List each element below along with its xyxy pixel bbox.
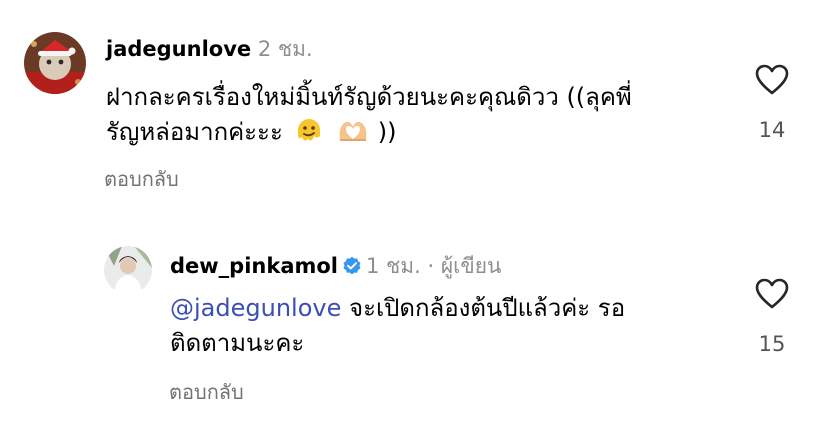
heart-icon[interactable]	[755, 278, 789, 309]
comment-text-fragment: ))	[377, 118, 397, 146]
comment-time: 1 ชม.	[366, 254, 421, 278]
separator: ·	[427, 254, 435, 278]
comment-header: jadegunlove 2 ชม.	[106, 35, 313, 63]
comment-item: jadegunlove 2 ชม. ฝากละครเรื่องใหม่มิ้นท…	[0, 0, 828, 210]
comment-text-line: ติดตามนะคะ	[170, 329, 305, 357]
like-count: 14	[758, 118, 786, 142]
verified-badge-icon	[342, 255, 362, 283]
reply-comment-item: dew_pinkamol 1 ชม. · ผู้เขียน @jadegunlo…	[0, 210, 828, 421]
heart-hands-emoji-icon	[336, 116, 370, 156]
mention-link[interactable]: @jadegunlove	[170, 294, 341, 322]
avatar[interactable]	[24, 32, 86, 94]
comment-time: 2 ชม.	[257, 37, 313, 61]
heart-icon[interactable]	[755, 64, 789, 95]
username[interactable]: dew_pinkamol	[170, 254, 338, 278]
comment-header: dew_pinkamol 1 ชม. · ผู้เขียน	[170, 252, 501, 283]
reply-button[interactable]: ตอบกลับ	[104, 166, 179, 192]
comment-text-line: รัญหล่อมากค่ะะะ ))	[106, 115, 632, 156]
comment-text-line: @jadegunlove จะเปิดกล้องต้นปีแล้วค่ะ รอ	[170, 291, 625, 326]
melting-face-emoji-icon	[294, 116, 324, 156]
comment-text: ฝากละครเรื่องใหม่มิ้นท์รัญด้วยนะคะคุณดิว…	[106, 80, 632, 156]
comment-text: @jadegunlove จะเปิดกล้องต้นปีแล้วค่ะ รอ …	[170, 291, 625, 361]
comment-text-fragment: รัญหล่อมากค่ะะะ	[106, 118, 283, 146]
comment-text-fragment: จะเปิดกล้องต้นปีแล้วค่ะ รอ	[349, 294, 626, 322]
username[interactable]: jadegunlove	[106, 37, 251, 61]
reply-button[interactable]: ตอบกลับ	[169, 379, 244, 405]
like-count: 15	[758, 332, 786, 356]
avatar[interactable]	[104, 246, 152, 294]
author-label: ผู้เขียน	[440, 254, 502, 278]
comment-text-line: ฝากละครเรื่องใหม่มิ้นท์รัญด้วยนะคะคุณดิว…	[106, 83, 632, 111]
